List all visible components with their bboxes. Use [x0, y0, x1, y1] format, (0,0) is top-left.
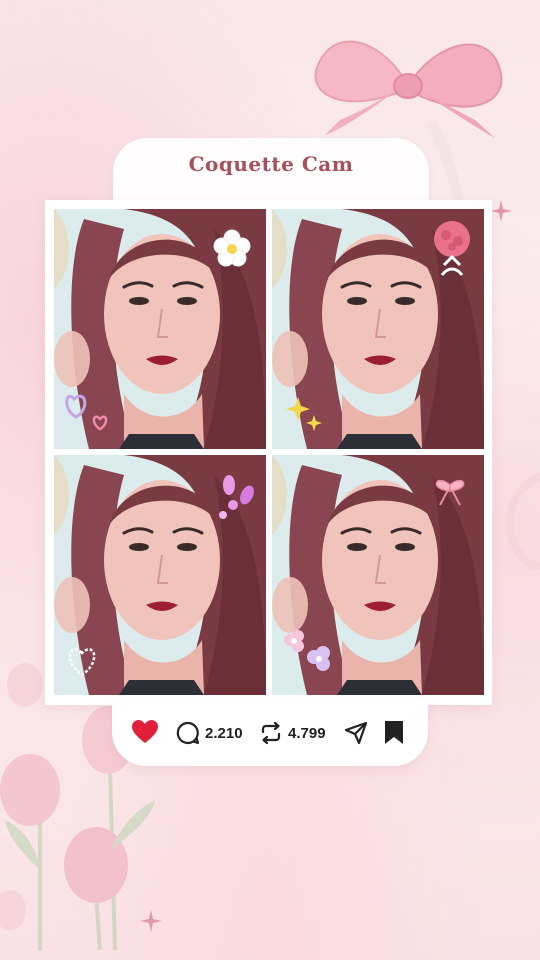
save-button[interactable] — [384, 720, 404, 745]
repost-icon — [261, 721, 281, 745]
swirl-decoration — [505, 472, 540, 570]
photo-1[interactable] — [54, 209, 266, 449]
send-icon — [344, 721, 368, 745]
bookmark-icon — [385, 721, 403, 744]
bow-icon — [284, 479, 465, 671]
photo-3[interactable] — [54, 455, 266, 695]
like-button[interactable] — [132, 720, 158, 744]
ribbon-bow-decoration — [314, 40, 503, 138]
ribbon-tail-decoration — [425, 120, 465, 208]
photo-4[interactable] — [272, 455, 484, 695]
comment-icon — [176, 721, 200, 745]
heart-icon — [132, 720, 158, 743]
pink-bubbles-icon — [68, 475, 254, 677]
sparkle-icon — [490, 200, 512, 222]
sparkle-icon — [140, 910, 162, 932]
rose-bouquet-icon — [286, 221, 470, 431]
share-button[interactable] — [344, 721, 368, 745]
card-title: Coquette Cam — [188, 152, 354, 176]
repost-button[interactable]: 4.799 — [259, 721, 326, 745]
comment-count: 2.210 — [205, 724, 243, 742]
flower-icon — [65, 229, 251, 431]
photo-2[interactable] — [272, 209, 484, 449]
repost-count: 4.799 — [288, 724, 326, 742]
comment-button[interactable]: 2.210 — [176, 721, 243, 745]
